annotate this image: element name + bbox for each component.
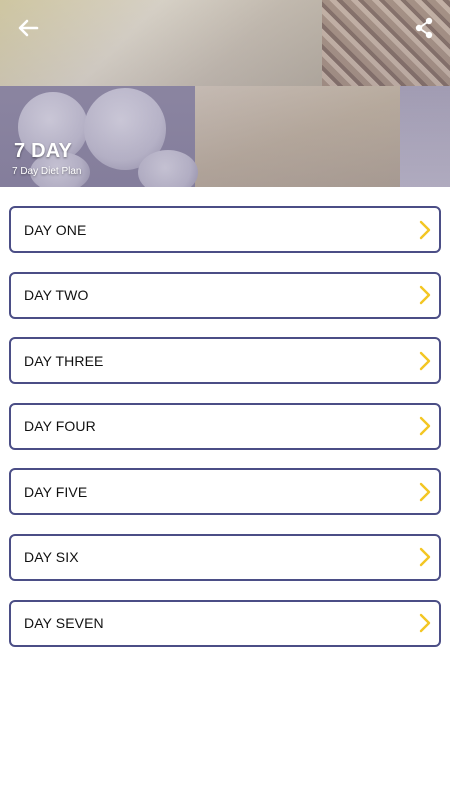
share-icon [415, 17, 433, 39]
share-button[interactable] [410, 14, 438, 42]
page-subtitle: 7 Day Diet Plan [12, 166, 82, 177]
day-label: DAY ONE [24, 221, 87, 238]
day-label: DAY TWO [24, 287, 89, 304]
chevron-right-icon [418, 416, 432, 436]
day-label: DAY SEVEN [24, 615, 104, 632]
chevron-right-icon [418, 220, 432, 240]
day-item-four[interactable]: DAY FOUR [9, 402, 441, 450]
day-item-seven[interactable]: DAY SEVEN [9, 599, 441, 647]
day-label: DAY FIVE [24, 483, 88, 500]
day-item-three[interactable]: DAY THREE [9, 337, 441, 385]
day-list: DAY ONE DAY TWO DAY THREE DAY FOUR DAY F… [9, 206, 441, 665]
header-banner: 7 DAY 7 Day Diet Plan [0, 0, 450, 187]
day-item-one[interactable]: DAY ONE [9, 206, 441, 253]
day-label: DAY FOUR [24, 418, 96, 435]
chevron-right-icon [418, 285, 432, 305]
back-button[interactable] [12, 14, 44, 42]
day-label: DAY THREE [24, 352, 104, 369]
chevron-right-icon [418, 482, 432, 502]
day-item-six[interactable]: DAY SIX [9, 533, 441, 581]
chevron-right-icon [418, 613, 432, 633]
day-label: DAY SIX [24, 549, 79, 566]
app-screen: 7 DAY 7 Day Diet Plan DAY ONE DAY TWO DA… [0, 0, 450, 800]
chevron-right-icon [418, 351, 432, 371]
day-item-five[interactable]: DAY FIVE [9, 468, 441, 516]
day-item-two[interactable]: DAY TWO [9, 271, 441, 319]
arrow-left-icon [18, 19, 39, 37]
page-title: 7 DAY [14, 140, 73, 162]
chevron-right-icon [418, 547, 432, 567]
